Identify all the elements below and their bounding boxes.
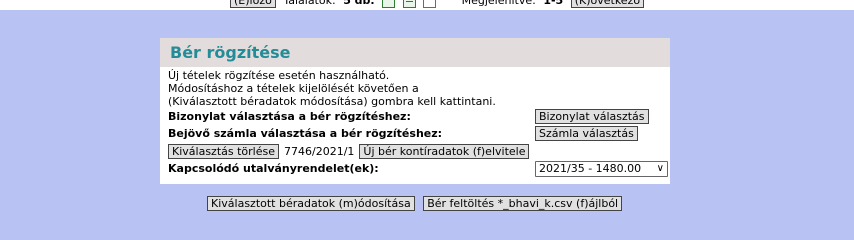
excel-icon[interactable]: [382, 0, 396, 8]
info-line: Módosításhoz a tételek kijelölését követ…: [168, 82, 419, 95]
invoice-label: Bejövő számla választása a bér rögzítésh…: [168, 127, 443, 140]
voucher-label: Bizonylat választása a bér rögzítéshez:: [168, 110, 411, 123]
info-text: Új tételek rögzítése esetén használható.…: [168, 69, 662, 108]
linked-row: Kapcsolódó utalványrendelet(ek): 2021/35…: [168, 160, 668, 177]
upload-csv-button[interactable]: Bér feltöltés *_bhavi_k.csv (f)ájlból: [423, 196, 623, 211]
next-button[interactable]: (K)övetkező: [570, 0, 645, 8]
info-line: Új tételek rögzítése esetén használható.: [168, 69, 390, 82]
panel-title: Bér rögzítése: [170, 43, 291, 62]
invoice-row: Bejövő számla választása a bér rögzítésh…: [168, 125, 662, 142]
document-icon[interactable]: [423, 0, 437, 8]
voucher-row: Bizonylat választása a bér rögzítéshez: …: [168, 108, 662, 125]
invoice-select-button[interactable]: Számla választás: [535, 126, 638, 141]
prev-button[interactable]: (E)lőző: [230, 0, 276, 8]
linked-label: Kapcsolódó utalványrendelet(ek):: [168, 162, 379, 175]
selected-document: 7746/2021/1: [284, 144, 355, 158]
modify-selected-button[interactable]: Kiválasztott béradatok (m)ódosítása: [207, 196, 415, 211]
voucher-select-button[interactable]: Bizonylat választás: [535, 109, 649, 124]
linked-select-value: 2021/35 - 1480.00: [539, 162, 642, 175]
panel-header: Bér rögzítése: [160, 38, 670, 67]
sheet-icon[interactable]: [402, 0, 416, 8]
salary-entry-panel: Bér rögzítése Új tételek rögzítése eseté…: [160, 38, 670, 184]
bottom-actions: Kiválasztott béradatok (m)ódosítása Bér …: [207, 196, 627, 211]
pager-bar: (E)lőző Találatok: 5 db. Megjelenítve: 1…: [0, 0, 854, 10]
results-count: 5 db.: [343, 0, 375, 7]
selection-row: Kiválasztás törlése 7746/2021/1 Új bér k…: [168, 142, 662, 160]
shown-label: Megjelenítve:: [461, 0, 536, 7]
clear-selection-button[interactable]: Kiválasztás törlése: [168, 143, 279, 159]
new-salary-entry-button[interactable]: Új bér kontíradatok (f)elvitele: [359, 143, 530, 159]
results-label: Találatok:: [283, 0, 336, 7]
chevron-down-icon: ∨: [656, 163, 664, 174]
info-line: (Kiválasztott béradatok módosítása) gomb…: [168, 95, 496, 108]
shown-range: 1-5: [543, 0, 564, 7]
linked-select[interactable]: 2021/35 - 1480.00 ∨: [535, 161, 668, 177]
